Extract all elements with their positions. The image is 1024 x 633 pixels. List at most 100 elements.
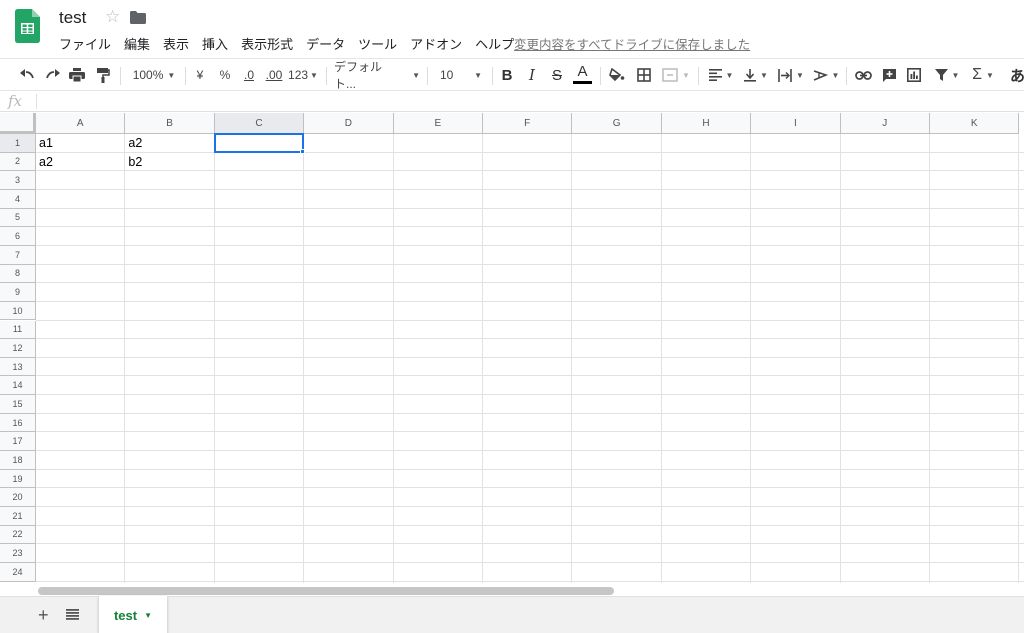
all-sheets-icon[interactable]: [66, 609, 79, 620]
save-status-link[interactable]: 変更内容をすべてドライブに保存しました: [514, 34, 750, 53]
row-header-13[interactable]: 13: [0, 357, 36, 377]
gridline: [36, 244, 1024, 246]
row-header-10[interactable]: 10: [0, 301, 36, 321]
column-header-g[interactable]: G: [572, 113, 662, 134]
menu-help[interactable]: ヘルプ: [475, 34, 514, 53]
decrease-decimal-button[interactable]: .0: [240, 59, 258, 91]
percent-format-button[interactable]: %: [217, 59, 233, 91]
chevron-down-icon: ▼: [310, 70, 318, 80]
row-header-17[interactable]: 17: [0, 432, 36, 452]
menu-tools[interactable]: ツール: [358, 34, 397, 53]
row-header-21[interactable]: 21: [0, 507, 36, 526]
document-title[interactable]: test: [59, 8, 86, 28]
cell-a2[interactable]: a2: [36, 153, 125, 171]
column-header-j[interactable]: J: [840, 113, 930, 134]
gridline: [36, 394, 1024, 396]
vertical-align-button[interactable]: ▼: [741, 59, 771, 91]
cell-b2[interactable]: b2: [125, 153, 214, 171]
row-header-4[interactable]: 4: [0, 189, 36, 209]
select-all-corner[interactable]: [0, 113, 36, 134]
text-rotation-button[interactable]: ▼: [811, 59, 841, 91]
cell-b1[interactable]: a2: [125, 134, 214, 152]
undo-button[interactable]: [17, 59, 37, 91]
column-header-f[interactable]: F: [483, 113, 573, 134]
gridline: [36, 300, 1024, 302]
horizontal-align-button[interactable]: ▼: [706, 59, 736, 91]
row-header-12[interactable]: 12: [0, 339, 36, 358]
toolbar: 100% ▼ ¥ % .0 .00 123 ▼ デフォルト... ▼ 10 ▼ B I …: [0, 58, 1024, 91]
row-header-9[interactable]: 9: [0, 283, 36, 302]
row-header-22[interactable]: 22: [0, 525, 36, 545]
row-header-5[interactable]: 5: [0, 208, 36, 228]
bold-button[interactable]: B: [498, 59, 516, 91]
row-header-6[interactable]: 6: [0, 227, 36, 246]
currency-format-button[interactable]: ¥: [192, 59, 208, 91]
column-header-i[interactable]: I: [751, 113, 841, 134]
gridline: [392, 134, 394, 583]
row-header-23[interactable]: 23: [0, 544, 36, 563]
column-header-k[interactable]: K: [930, 113, 1020, 134]
fill-color-button[interactable]: [607, 59, 627, 91]
row-header-7[interactable]: 7: [0, 245, 36, 265]
cell-a1[interactable]: a1: [36, 134, 125, 152]
filter-button[interactable]: ▼: [930, 59, 964, 91]
row-header-18[interactable]: 18: [0, 451, 36, 470]
text-wrap-button[interactable]: ▼: [776, 59, 806, 91]
increase-decimal-button[interactable]: .00: [264, 59, 284, 91]
text-color-button[interactable]: A: [573, 59, 592, 83]
menu-format[interactable]: 表示形式: [241, 34, 293, 53]
menu-insert[interactable]: 挿入: [202, 34, 228, 53]
menu-view[interactable]: 表示: [163, 34, 189, 53]
row-header-14[interactable]: 14: [0, 376, 36, 396]
font-size-select[interactable]: 10 ▼: [436, 59, 486, 91]
menu-data[interactable]: データ: [306, 34, 345, 53]
paint-format-button[interactable]: [93, 59, 113, 91]
number-format-select[interactable]: 123 ▼: [288, 59, 318, 91]
row-header-24[interactable]: 24: [0, 562, 36, 582]
toolbar-separator: [185, 67, 186, 85]
menu-addons[interactable]: アドオン: [410, 34, 462, 53]
column-header-c[interactable]: C: [214, 113, 305, 134]
zoom-select[interactable]: 100% ▼: [128, 59, 180, 91]
row-header-11[interactable]: 11: [0, 320, 36, 340]
insert-link-button[interactable]: [853, 59, 873, 91]
row-header-3[interactable]: 3: [0, 171, 36, 190]
functions-button[interactable]: Σ ▼: [968, 59, 998, 91]
redo-button[interactable]: [43, 59, 63, 91]
star-icon[interactable]: ☆: [105, 7, 120, 27]
column-header-a[interactable]: A: [36, 113, 126, 134]
column-header-b[interactable]: B: [125, 113, 215, 134]
gridline: [36, 580, 1024, 582]
add-sheet-button[interactable]: +: [38, 605, 49, 626]
sheets-logo-icon[interactable]: [15, 9, 40, 43]
active-cell-selection[interactable]: [213, 133, 305, 153]
row-header-15[interactable]: 15: [0, 395, 36, 414]
sheet-tab-active[interactable]: test ▼: [99, 596, 167, 633]
horizontal-scrollbar[interactable]: [38, 587, 614, 595]
cell-grid[interactable]: A B C D E F G H I J K 1 2 3 4 5 6 7 8 9 10 11 12 13 14 15 16 17 18 19…: [0, 113, 1024, 583]
row-header-2[interactable]: 2: [0, 152, 36, 172]
row-header-16[interactable]: 16: [0, 413, 36, 433]
row-header-8[interactable]: 8: [0, 264, 36, 284]
column-header-d[interactable]: D: [304, 113, 394, 134]
input-tools-button[interactable]: あ: [1010, 59, 1024, 91]
insert-comment-button[interactable]: [879, 59, 899, 91]
row-header-1[interactable]: 1: [0, 134, 36, 153]
borders-button[interactable]: [634, 59, 654, 91]
strikethrough-button[interactable]: S: [548, 59, 566, 91]
print-button[interactable]: [67, 59, 87, 91]
merge-cells-button[interactable]: ▼: [660, 59, 692, 91]
font-family-select[interactable]: デフォルト... ▼: [334, 59, 420, 91]
fill-handle[interactable]: [300, 148, 306, 154]
menu-file[interactable]: ファイル: [59, 34, 111, 53]
formula-input[interactable]: [42, 93, 1012, 109]
italic-button[interactable]: I: [523, 59, 541, 91]
row-header-20[interactable]: 20: [0, 488, 36, 507]
folder-icon[interactable]: [130, 11, 146, 24]
column-header-h[interactable]: H: [661, 113, 752, 134]
row-header-19[interactable]: 19: [0, 469, 36, 489]
insert-chart-button[interactable]: [904, 59, 924, 91]
menu-edit[interactable]: 編集: [124, 34, 150, 53]
gridline: [303, 134, 305, 583]
column-header-e[interactable]: E: [393, 113, 483, 134]
